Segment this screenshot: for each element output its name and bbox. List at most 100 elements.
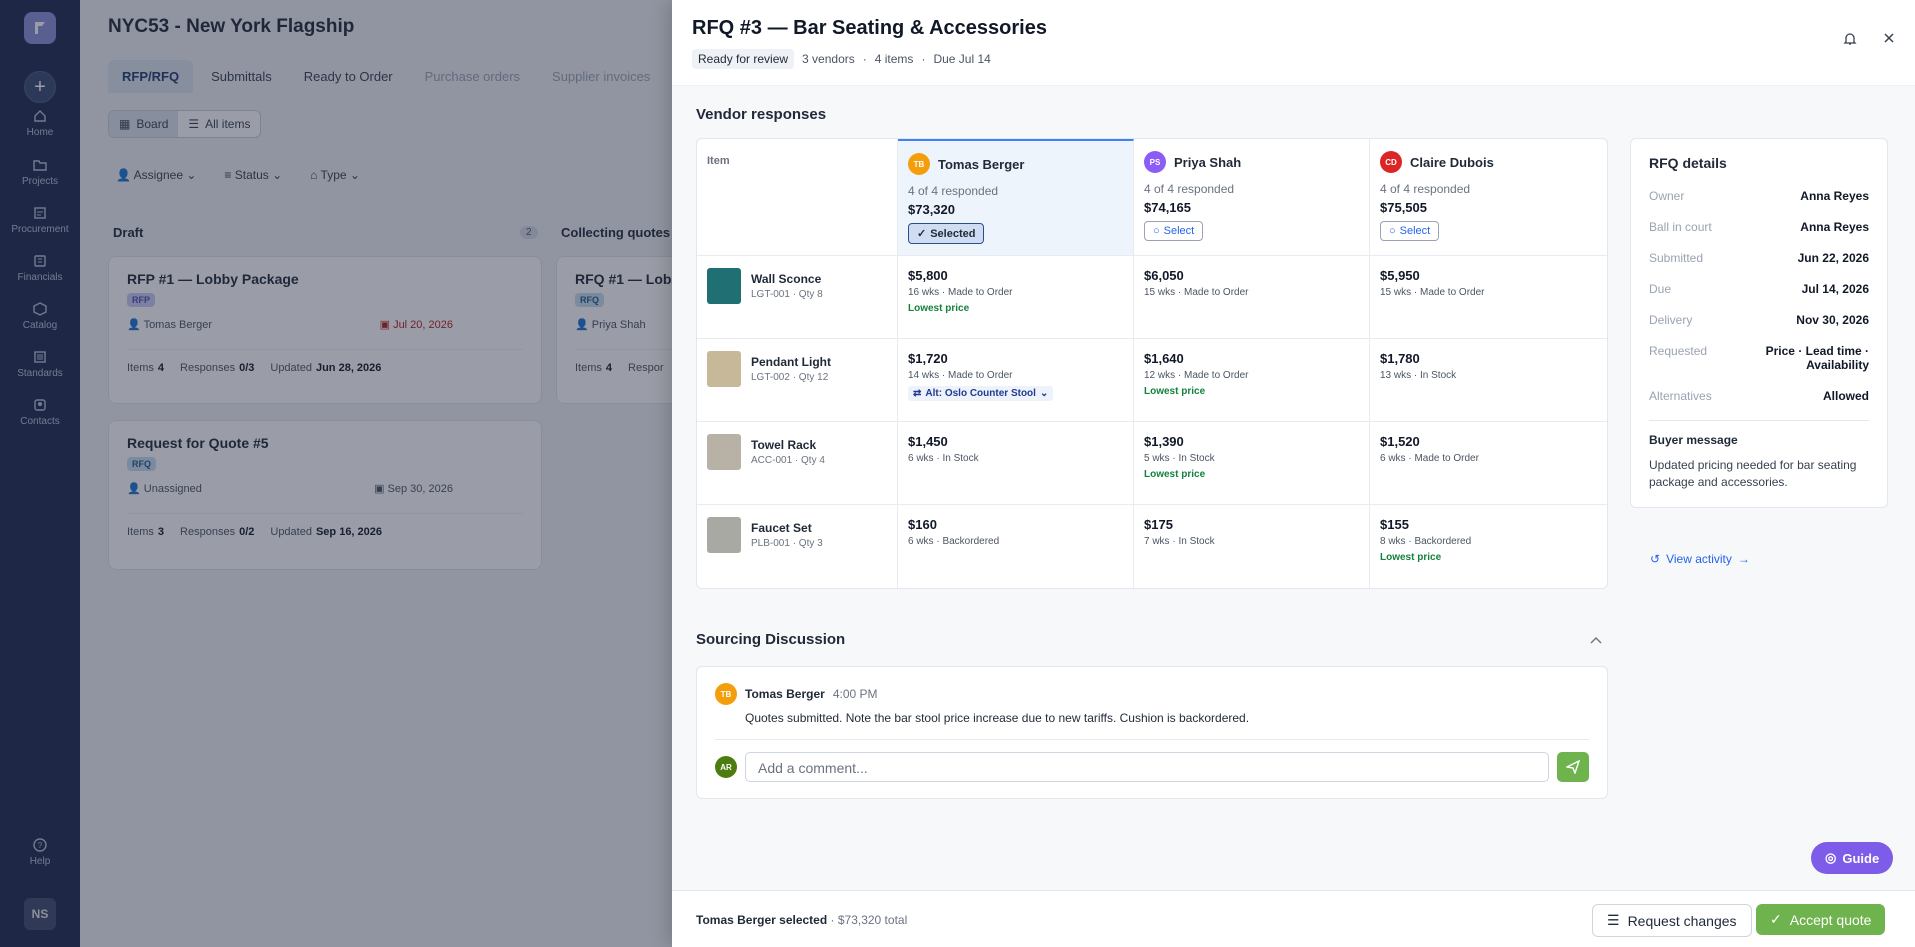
sidebar-item-financials[interactable]: Financials <box>0 254 80 283</box>
view-toggle: ▦ Board ☰ All items <box>108 110 262 138</box>
my-avatar: AR <box>715 756 737 778</box>
selected-button[interactable]: ✓ Selected <box>908 223 985 244</box>
procurement-icon <box>34 207 46 219</box>
send-icon <box>1566 760 1580 774</box>
detail-key: Delivery <box>1649 313 1693 327</box>
comment-input[interactable]: Add a comment... <box>745 752 1549 782</box>
accept-quote-button[interactable]: ✓ Accept quote <box>1756 904 1886 935</box>
tab-purchase-orders[interactable]: Purchase orders <box>411 60 534 93</box>
user-avatar[interactable]: NS <box>24 898 56 930</box>
card-items-value: 4 <box>605 362 613 374</box>
bell-icon[interactable] <box>1843 32 1857 46</box>
rfq-detail-panel: RFQ #3 — Bar Seating & Accessories Ready… <box>672 0 1915 947</box>
tab-submittals[interactable]: Submittals <box>197 60 286 93</box>
card-due-date-value: Sep 30, 2026 <box>387 483 453 495</box>
quote-meta: 5 wks · In Stock <box>1144 453 1215 464</box>
card-assignee: 👤 Tomas Berger <box>127 319 213 331</box>
vendor-column-claire[interactable]: CD Claire Dubois 4 of 4 responded $75,505… <box>1370 139 1606 255</box>
sidebar-item-label: Home <box>26 127 54 138</box>
sidebar-item-projects[interactable]: Projects <box>0 158 80 187</box>
sidebar-item-label: Standards <box>17 368 63 379</box>
card-assignee: 👤 Priya Shah <box>575 319 646 331</box>
item-name: Towel Rack <box>751 438 817 452</box>
tab-rfp-rfq[interactable]: RFP/RFQ <box>108 60 194 93</box>
all-items-button[interactable]: ☰ All items <box>178 111 260 137</box>
detail-value: Anna Reyes <box>1800 220 1869 234</box>
guide-button[interactable]: ◎ Guide <box>1811 842 1894 874</box>
card-items-label: Items <box>127 362 154 374</box>
project-tabs: RFP/RFQ Submittals Ready to Order Purcha… <box>108 60 664 93</box>
check-icon: ✓ <box>1770 911 1782 927</box>
selected-total: · $73,320 total <box>830 913 908 927</box>
add-button[interactable]: + <box>24 71 56 103</box>
tab-ready-to-order[interactable]: Ready to Order <box>290 60 407 93</box>
quote-price: $5,950 <box>1380 268 1420 283</box>
select-button[interactable]: ○ Select <box>1380 221 1440 241</box>
rfq-card[interactable]: Request for Quote #5 RFQ 👤 Unassigned ▣ S… <box>108 420 542 570</box>
vendors-count: 3 vendors <box>802 52 855 66</box>
send-button[interactable] <box>1557 752 1589 782</box>
detail-key: Submitted <box>1649 251 1704 265</box>
card-responses-label: Responses <box>180 362 236 374</box>
sidebar-item-standards[interactable]: Standards <box>0 350 80 379</box>
close-icon[interactable] <box>1883 32 1895 44</box>
quote-cell: $6,050 15 wks · Made to Order <box>1134 256 1370 338</box>
panel-footer: Tomas Berger selected · $73,320 total ☰ R… <box>672 890 1915 947</box>
quote-price: $6,050 <box>1144 268 1184 283</box>
item-thumbnail <box>707 434 741 470</box>
all-items-label: All items <box>205 117 251 131</box>
separator-dot: · <box>862 52 867 66</box>
card-assignee-name: Priya Shah <box>591 319 646 331</box>
vendor-column-priya[interactable]: PS Priya Shah 4 of 4 responded $74,165 ○ S… <box>1134 139 1370 255</box>
item-row: Pendant Light LGT-002 · Qty 12 $1,720 14 w… <box>697 339 1607 422</box>
board-view-button[interactable]: ▦ Board <box>109 111 179 137</box>
rfp-card[interactable]: RFP #1 — Lobby Package RFP 👤 Tomas Berge… <box>108 256 542 404</box>
quote-cell: $160 6 wks · Backordered <box>898 505 1134 588</box>
quote-price: $5,800 <box>908 268 948 283</box>
item-name: Pendant Light <box>751 355 831 369</box>
sidebar-item-label: Contacts <box>20 416 60 427</box>
arrow-right-icon: → <box>1737 552 1750 566</box>
vendor-total: $73,320 <box>908 202 955 217</box>
status-filter[interactable]: ≡ Status ⌄ <box>224 168 282 182</box>
select-button[interactable]: ○ Select <box>1144 221 1204 241</box>
sidebar-item-home[interactable]: Home <box>0 109 80 138</box>
vendor-responded: 4 of 4 responded <box>1144 182 1235 196</box>
request-changes-button[interactable]: ☰ Request changes <box>1592 904 1752 937</box>
card-due-date: ▣ Sep 30, 2026 <box>374 483 453 495</box>
detail-key: Requested <box>1649 344 1708 358</box>
vendor-column-tomas[interactable]: TB Tomas Berger 4 of 4 responded $73,320 … <box>898 139 1134 255</box>
sidebar-item-contacts[interactable]: Contacts <box>0 398 80 427</box>
panel-title: RFQ #3 — Bar Seating & Accessories <box>692 17 1047 39</box>
swap-icon: ⇄ <box>913 388 922 399</box>
selection-summary: Tomas Berger selected · $73,320 total <box>696 913 907 927</box>
buyer-message: Updated pricing needed for bar seating p… <box>1649 458 1857 489</box>
type-filter[interactable]: ⌂ Type ⌄ <box>310 168 360 182</box>
sidebar-item-catalog[interactable]: Catalog <box>0 302 80 331</box>
vendor-total: $75,505 <box>1380 200 1427 215</box>
quote-price: $1,720 <box>908 351 948 366</box>
chevron-up-icon[interactable] <box>1590 636 1602 644</box>
sidebar-item-help[interactable]: ? Help <box>0 838 80 867</box>
quote-meta: 14 wks · Made to Order <box>908 370 1013 381</box>
select-label: Select <box>1163 225 1195 237</box>
assignee-filter[interactable]: 👤 Assignee ⌄ <box>116 168 196 182</box>
panel-body[interactable]: Vendor responses Item TB Tomas Berger 4 o… <box>672 86 1915 890</box>
quote-price: $175 <box>1144 517 1173 532</box>
card-items-value: 4 <box>157 362 165 374</box>
item-sku: PLB-001 · Qty 3 <box>751 538 823 549</box>
sidebar-item-label: Help <box>29 856 51 867</box>
card-responses: Responses 0/2 <box>180 526 254 538</box>
card-responses: Responses 0/3 <box>180 362 254 374</box>
selected-label: Selected <box>930 227 976 240</box>
sidebar-item-procurement[interactable]: Procurement <box>0 206 80 235</box>
filter-bar: 👤 Assignee ⌄ ≡ Status ⌄ ⌂ Type ⌄ <box>116 168 360 182</box>
app-logo[interactable] <box>24 12 56 44</box>
vendor-avatar: PS <box>1144 151 1166 173</box>
check-icon: ✓ <box>917 228 927 240</box>
standards-icon <box>34 351 46 363</box>
view-activity-link[interactable]: ↺ View activity → <box>1650 552 1750 566</box>
alternative-dropdown[interactable]: ⇄ Alt: Oslo Counter Stool ⌄ <box>908 386 1054 401</box>
comment-author: Tomas Berger <box>745 687 825 701</box>
tab-supplier-invoices[interactable]: Supplier invoices <box>538 60 664 93</box>
